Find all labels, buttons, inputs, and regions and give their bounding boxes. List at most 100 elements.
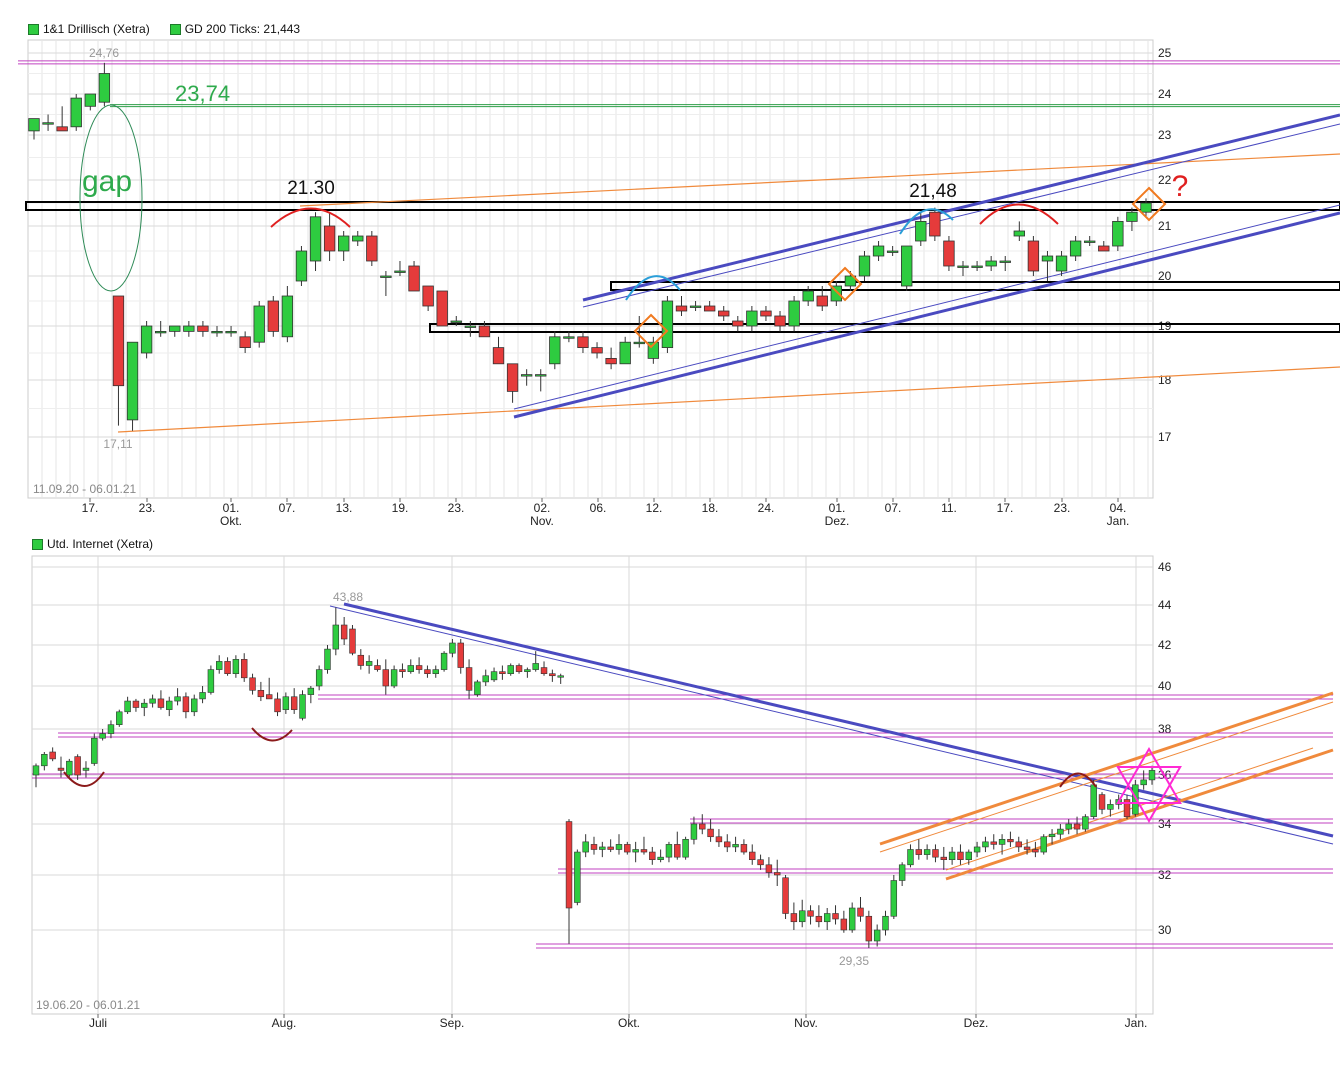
candle-body [857,907,864,917]
candle-body [340,624,348,640]
candle-body [873,929,881,942]
candle-body [703,305,716,312]
candle-body [1140,202,1152,213]
candle-body [615,844,623,850]
candle-body [649,851,656,860]
candle-body [749,851,756,860]
candle-body [872,245,885,257]
candle-body [332,624,340,650]
y-tick-label: 23 [1158,128,1172,142]
period-label: 11.09.20 - 06.01.21 [33,482,137,496]
candle-body [890,880,898,917]
candle-body [665,844,673,858]
candle-body [323,225,336,252]
x-tick-label: 23. [448,501,465,515]
candle-body [1023,846,1031,850]
candle-body [1069,240,1082,257]
candle-body [70,97,82,128]
candle-body [112,295,125,387]
candle-body [675,305,688,312]
candle-body [957,851,964,860]
x-tick-label: 17. [82,501,99,515]
candle-body [84,93,96,107]
x-month-label: Dez. [964,1016,989,1030]
candle-body [42,122,54,125]
candle-body [607,846,614,850]
candle-body [1027,240,1040,272]
candle-body [1082,816,1089,830]
candle-body [240,659,248,679]
candle-body [815,915,823,923]
candle-body [563,336,575,339]
candle-body [132,700,140,708]
plot-area [31,555,1154,1015]
candle-body [1065,823,1072,830]
x-tick-label: 19. [392,501,409,515]
candle-body [482,675,489,683]
chart-bottom: 464442403836343230Juli Aug. Sep. Okt. Nov. De… [31,555,1334,1030]
candle-body [299,694,306,719]
y-tick-label: 32 [1158,868,1172,882]
candle-body [28,118,40,132]
y-tick-label: 30 [1158,923,1172,937]
candle-body [457,642,464,668]
candle-body [848,907,856,931]
x-tick-label: 07. [885,501,902,515]
candle-body [382,669,390,687]
candle-body [191,698,198,713]
candle-body [1098,794,1106,810]
candle-body [490,671,498,681]
chart-stage: 1&1 Drillisch (Xetra) GD 200 Ticks: 21,4… [0,0,1340,1080]
candle-body [965,851,972,860]
candle-body [407,665,414,672]
candle-body [390,669,398,687]
question-mark: ? [1172,170,1189,203]
candle-body [915,849,923,855]
candle-body [492,347,505,365]
y-tick-label: 21 [1158,219,1172,233]
x-tick-label: 07. [279,501,296,515]
y-tick-label: 20 [1158,269,1172,283]
candle-body [657,856,664,860]
candle-body [1040,836,1047,853]
candle-body [98,73,111,103]
plot-area [27,39,1154,499]
peak-label: 21.30 [287,178,335,199]
candle-body [169,325,181,332]
y-tick-label: 40 [1158,679,1172,693]
x-month-label: Jan. [1107,514,1130,528]
candle-body [499,671,506,674]
high-label: 24,76 [89,46,119,60]
y-tick-label: 22 [1158,173,1172,187]
candle-body [520,374,533,377]
candle-body [141,702,148,708]
candle-body [232,659,240,675]
y-tick-label: 19 [1158,319,1172,333]
y-tick-label: 25 [1158,46,1172,60]
candle-body [1007,838,1014,843]
gap-label: gap [82,165,132,198]
candle-body [399,669,406,672]
high-label: 43,88 [333,590,363,604]
candle-body [74,756,81,776]
candle-body [661,300,674,348]
candle-body [682,838,689,858]
candle-body [565,821,573,909]
candle-body [249,677,256,691]
candle-body [515,665,523,672]
candle-body [424,669,431,675]
candle-body [174,696,181,702]
candle-body [823,913,831,923]
candle-body [274,698,281,713]
candle-body [707,828,714,838]
candle-body [82,767,90,771]
candle-body [239,336,251,348]
candle-body [465,667,473,691]
x-tick-label: 06. [590,501,607,515]
candle-body [1055,255,1068,272]
candle-body [718,310,730,317]
candle-body [349,628,356,654]
candle-body [211,330,223,334]
candle-body [798,910,806,923]
candle-body [309,216,322,262]
